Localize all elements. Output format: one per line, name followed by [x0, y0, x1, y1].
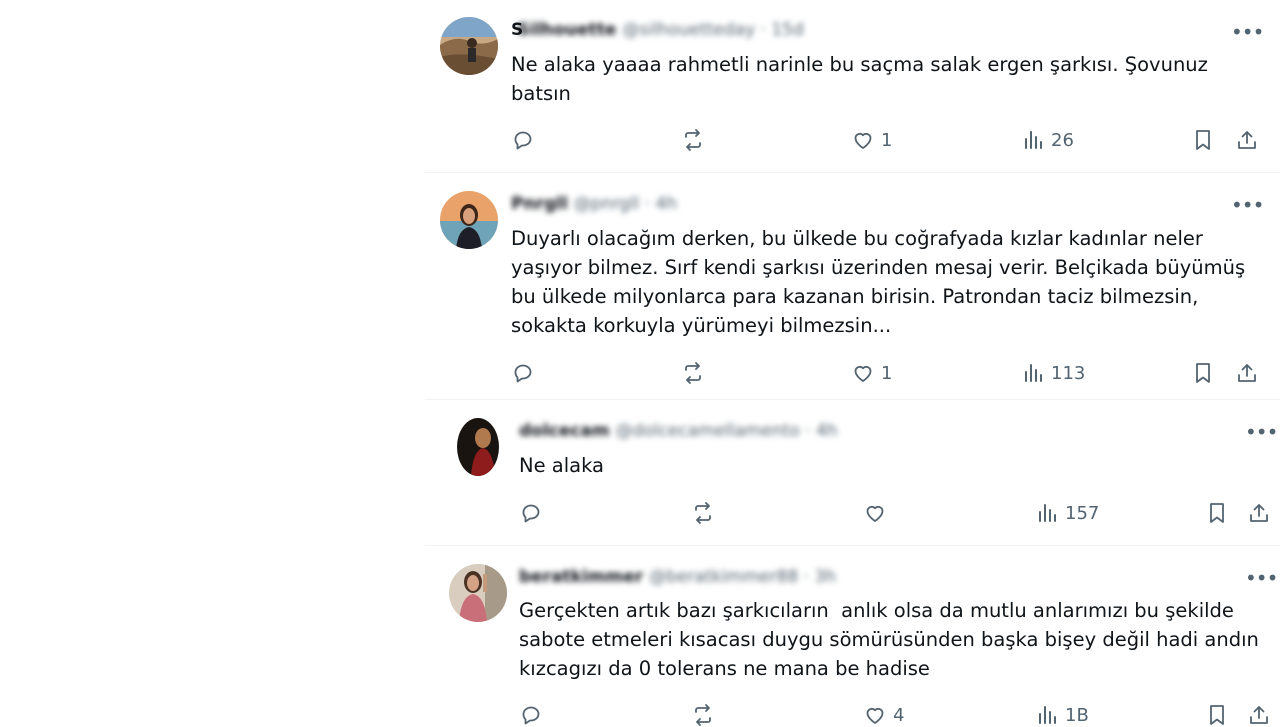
author-name[interactable]: Pnrgll	[511, 194, 568, 214]
share-icon	[1238, 364, 1256, 382]
reply-icon	[514, 364, 532, 383]
tweet-3[interactable]: dolcecam @dolcecamellamento · 4h ••• Ne a…	[425, 400, 1280, 546]
avatar-portrait-icon	[440, 191, 498, 249]
retweet-button[interactable]	[691, 703, 715, 727]
more-options-icon[interactable]: •••	[1245, 422, 1278, 445]
author-name[interactable]: beratkimmer	[519, 567, 643, 587]
action-bar: 157	[519, 501, 1279, 525]
views-button[interactable]: 1B	[1035, 703, 1089, 727]
avatar-dark-icon	[457, 418, 499, 476]
author-row[interactable]: beratkimmer @beratkimmer88 · 3h	[519, 567, 836, 591]
heart-icon	[854, 365, 872, 382]
share-button[interactable]	[1235, 361, 1259, 385]
author-row[interactable]: Pnrgll @pnrgll · 4h	[511, 194, 677, 218]
retweet-button[interactable]	[691, 501, 715, 525]
bookmark-button[interactable]	[1191, 128, 1215, 152]
retweet-icon	[685, 362, 701, 384]
like-count: 1	[881, 362, 893, 384]
share-icon	[1250, 504, 1268, 522]
reply-icon	[514, 131, 532, 150]
view-count: 26	[1051, 129, 1074, 151]
views-icon	[1025, 131, 1042, 149]
like-count: 1	[881, 129, 893, 151]
share-icon	[1250, 706, 1268, 724]
views-icon	[1039, 706, 1056, 724]
tweet-4[interactable]: beratkimmer @beratkimmer88 · 3h ••• Gerçe…	[425, 546, 1280, 726]
views-button[interactable]: 113	[1021, 361, 1085, 385]
tweet-text: Ne alaka	[519, 454, 604, 477]
more-options-icon[interactable]: •••	[1231, 22, 1264, 45]
avatar-selfie-icon	[449, 564, 507, 622]
bookmark-icon	[1210, 705, 1224, 725]
tweet-text: Gerçekten artık bazı şarkıcıların anlık …	[519, 599, 1259, 680]
avatar[interactable]	[449, 564, 507, 622]
like-count: 4	[893, 704, 905, 726]
like-button[interactable]: 1	[851, 361, 892, 385]
view-count: 113	[1051, 362, 1086, 384]
bookmark-icon	[1196, 363, 1210, 383]
like-button[interactable]	[863, 501, 893, 525]
bookmark-button[interactable]	[1205, 703, 1229, 727]
author-name[interactable]: dolcecam	[519, 421, 610, 441]
bookmark-button[interactable]	[1205, 501, 1229, 525]
heart-icon	[854, 132, 872, 149]
reply-icon	[522, 504, 540, 523]
bookmark-icon	[1210, 503, 1224, 523]
share-button[interactable]	[1235, 128, 1259, 152]
action-bar: 4 1B	[519, 703, 1279, 727]
reply-button[interactable]	[519, 501, 543, 525]
author-handle[interactable]: @beratkimmer88 · 3h	[649, 567, 836, 587]
view-count: 157	[1065, 502, 1100, 524]
heart-icon	[866, 505, 884, 522]
retweet-icon	[695, 704, 711, 726]
more-options-icon[interactable]: •••	[1231, 195, 1264, 218]
author-handle[interactable]: @silhouetteday · 15d	[622, 20, 803, 40]
avatar-landscape-icon	[440, 17, 498, 75]
author-row[interactable]: dolcecam @dolcecamellamento · 4h	[519, 421, 838, 445]
share-icon	[1238, 131, 1256, 149]
tweet-text: Duyarlı olacağım derken, bu ülkede bu co…	[511, 227, 1246, 337]
reply-button[interactable]	[519, 703, 543, 727]
share-button[interactable]	[1247, 703, 1271, 727]
share-button[interactable]	[1247, 501, 1271, 525]
views-button[interactable]: 157	[1035, 501, 1099, 525]
avatar[interactable]	[457, 418, 499, 476]
bookmark-icon	[1196, 130, 1210, 150]
tweet-1[interactable]: SSilhouette @silhouetteday · 15d ••• Ne a…	[425, 0, 1280, 173]
retweet-icon	[695, 502, 711, 524]
retweet-button[interactable]	[681, 361, 705, 385]
avatar[interactable]	[440, 191, 498, 249]
retweet-icon	[685, 129, 701, 151]
author-handle[interactable]: @pnrgll · 4h	[574, 194, 677, 214]
reply-button[interactable]	[511, 361, 535, 385]
more-options-icon[interactable]: •••	[1245, 568, 1278, 591]
action-bar: 1 113	[511, 361, 1271, 385]
author-name[interactable]: Silhouette	[517, 20, 616, 40]
heart-icon	[866, 707, 884, 724]
bookmark-button[interactable]	[1191, 361, 1215, 385]
like-button[interactable]: 1	[851, 128, 892, 152]
tweet-text: Ne alaka yaaaa rahmetli narinle bu saçma…	[511, 53, 1208, 105]
like-button[interactable]: 4	[863, 703, 904, 727]
tweet-2[interactable]: Pnrgll @pnrgll · 4h ••• Duyarlı olacağım …	[425, 173, 1280, 400]
views-button[interactable]: 26	[1021, 128, 1074, 152]
author-row[interactable]: SSilhouette @silhouetteday · 15d	[511, 20, 804, 44]
avatar[interactable]	[440, 17, 498, 75]
retweet-button[interactable]	[681, 128, 705, 152]
view-count: 1B	[1065, 704, 1089, 726]
author-handle[interactable]: @dolcecamellamento · 4h	[616, 421, 838, 441]
action-bar: 1 26	[511, 128, 1271, 152]
reply-button[interactable]	[511, 128, 535, 152]
views-icon	[1039, 504, 1056, 522]
views-icon	[1025, 364, 1042, 382]
reply-icon	[522, 706, 540, 725]
reply-feed: SSilhouette @silhouetteday · 15d ••• Ne a…	[425, 0, 1280, 726]
